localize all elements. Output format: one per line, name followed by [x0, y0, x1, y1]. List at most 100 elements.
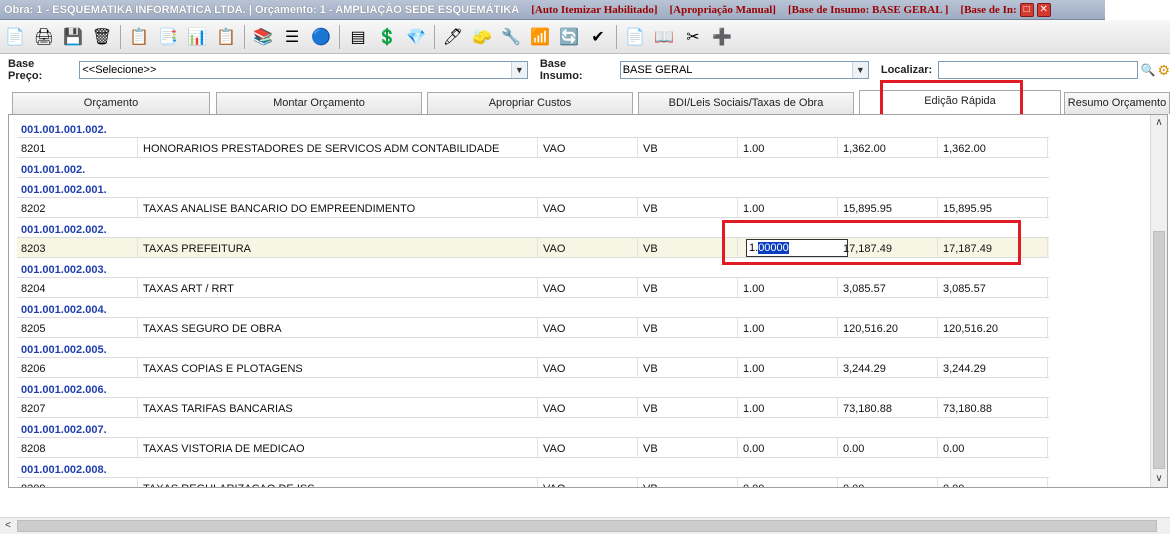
chevron-down-icon[interactable]: ▼ — [510, 62, 527, 78]
cell-quantity[interactable]: 1.00 — [743, 403, 764, 415]
document-icon[interactable]: 📄 — [622, 24, 648, 50]
add-icon[interactable]: ➕ — [709, 24, 735, 50]
group-row[interactable]: 001.001.002.002. — [17, 218, 1049, 238]
group-row[interactable]: 001.001.002.001. — [17, 178, 1049, 198]
tools-icon[interactable]: 🔧 — [498, 24, 524, 50]
column-divider — [137, 358, 138, 377]
sort-list-icon[interactable]: ☰ — [279, 24, 305, 50]
horizontal-scroll-thumb[interactable] — [17, 520, 1157, 532]
column-divider — [737, 358, 738, 377]
tab-strip: Orçamento Montar Orçamento Apropriar Cus… — [0, 90, 1170, 115]
cut-icon[interactable]: ✂ — [680, 24, 706, 50]
cell-quantity[interactable]: 1.00 — [743, 203, 764, 215]
auto-icon[interactable]: 🔵 — [308, 24, 334, 50]
base-insumo-select[interactable]: BASE GERAL ▼ — [619, 61, 869, 79]
save-icon[interactable]: 💾 — [60, 24, 86, 50]
trash-icon[interactable]: 🗑 — [89, 24, 115, 50]
column-divider — [1047, 198, 1048, 217]
table-row[interactable]: 8207 TAXAS TARIFAS BANCARIAS VAO VB 1.00 73,1… — [17, 398, 1049, 418]
horizontal-scrollbar[interactable]: < — [0, 517, 1170, 534]
column-divider — [1047, 398, 1048, 417]
group-code: 001.001.002.007. — [21, 424, 107, 436]
scroll-left-icon[interactable]: < — [0, 518, 16, 534]
group-row[interactable]: 001.001.002.006. — [17, 378, 1049, 398]
tab-bdi-leis-sociais[interactable]: BDI/Leis Sociais/Taxas de Obra — [638, 92, 854, 114]
column-divider — [137, 478, 138, 487]
table-row[interactable]: 8209 TAXAS REGULARIZACAO DE ISS VAO VB 0.00 0… — [17, 478, 1049, 487]
cell-unit: VB — [643, 283, 658, 295]
new-document-icon[interactable]: 📄 — [2, 24, 28, 50]
group-row[interactable]: 001.001.002.003. — [17, 258, 1049, 278]
calculator-icon[interactable]: ▤ — [345, 24, 371, 50]
table-row[interactable]: 8208 TAXAS VISTORIA DE MEDICAO VAO VB 0.00 0.… — [17, 438, 1049, 458]
table-row[interactable]: 8203 TAXAS PREFEITURA VAO VB 1.00000 17,187.4… — [17, 238, 1049, 258]
vertical-scroll-thumb[interactable] — [1153, 231, 1165, 469]
books-icon[interactable]: 📚 — [250, 24, 276, 50]
column-divider — [637, 318, 638, 337]
column-divider — [837, 198, 838, 217]
list-icon[interactable]: 📋 — [126, 24, 152, 50]
group-row[interactable]: 001.001.002.005. — [17, 338, 1049, 358]
table-row[interactable]: 8204 TAXAS ART / RRT VAO VB 1.00 3,085.57 3,08… — [17, 278, 1049, 298]
tab-orcamento[interactable]: Orçamento — [12, 92, 210, 114]
cell-type: VAO — [543, 403, 566, 415]
column-divider — [637, 478, 638, 487]
toolbar-separator — [244, 24, 245, 49]
chart-grid-icon[interactable]: 📊 — [184, 24, 210, 50]
restore-button[interactable]: □ — [1019, 2, 1034, 17]
check-icon[interactable]: ✔ — [585, 24, 611, 50]
group-row[interactable]: 001.001.002.008. — [17, 458, 1049, 478]
clipboard-icon[interactable]: 📋 — [213, 24, 239, 50]
column-divider — [1047, 238, 1048, 257]
group-row[interactable]: 001.001.002.007. — [17, 418, 1049, 438]
pen-icon[interactable]: 🖊 — [440, 24, 466, 50]
money-icon[interactable]: 💲 — [374, 24, 400, 50]
group-row[interactable]: 001.001.002.004. — [17, 298, 1049, 318]
budget-grid: 001.001.001.002. 8201 HONORARIOS PRESTADOR… — [8, 114, 1168, 488]
table-row[interactable]: 8202 TAXAS ANALISE BANCARIO DO EMPREENDIM… — [17, 198, 1049, 218]
search-icon[interactable]: 🔍 — [1141, 63, 1156, 77]
close-button[interactable]: ✕ — [1036, 2, 1051, 17]
column-divider — [837, 398, 838, 417]
cell-id: 8202 — [21, 203, 46, 215]
cell-quantity[interactable]: 0.00 — [743, 443, 764, 455]
tab-edicao-rapida[interactable]: Edição Rápida — [859, 90, 1061, 115]
column-divider — [937, 478, 938, 487]
report-icon[interactable]: 📑 — [155, 24, 181, 50]
column-divider — [637, 398, 638, 417]
group-row[interactable]: 001.001.002. — [17, 158, 1049, 178]
cell-description: TAXAS TARIFAS BANCARIAS — [143, 403, 293, 415]
table-row[interactable]: 8206 TAXAS COPIAS E PLOTAGENS VAO VB 1.00 3,2… — [17, 358, 1049, 378]
cell-unit-price: 73,180.88 — [843, 403, 892, 415]
scroll-down-icon[interactable]: ∨ — [1151, 471, 1167, 487]
cell-quantity[interactable]: 1.00 — [743, 323, 764, 335]
cell-quantity[interactable]: 0.00 — [743, 483, 764, 487]
print-icon[interactable]: 🖨 — [31, 24, 57, 50]
localizar-input[interactable] — [938, 61, 1138, 79]
diamond-icon[interactable]: 💎 — [403, 24, 429, 50]
tab-resumo-orcamento[interactable]: Resumo Orçamento — [1064, 92, 1170, 114]
tab-montar-orcamento[interactable]: Montar Orçamento — [216, 92, 422, 114]
bar-chart-icon[interactable]: 📶 — [527, 24, 553, 50]
vertical-scrollbar[interactable]: ∧ ∨ — [1150, 115, 1167, 487]
eraser-icon[interactable]: 🧽 — [469, 24, 495, 50]
base-preco-select[interactable]: <<Selecione>> ▼ — [79, 61, 528, 79]
column-divider — [737, 238, 738, 257]
gear-icon[interactable]: ⚙ — [1157, 62, 1170, 79]
table-row[interactable]: 8205 TAXAS SEGURO DE OBRA VAO VB 1.00 120,516… — [17, 318, 1049, 338]
cell-quantity[interactable]: 1.00 — [743, 363, 764, 375]
cell-id: 8207 — [21, 403, 46, 415]
table-row[interactable]: 8201 HONORARIOS PRESTADORES DE SERVICOS A… — [17, 138, 1049, 158]
quantity-edit-input[interactable]: 1.00000 — [746, 239, 848, 257]
scroll-up-icon[interactable]: ∧ — [1151, 115, 1167, 131]
cell-id: 8201 — [21, 143, 46, 155]
tab-apropriar-custos[interactable]: Apropriar Custos — [427, 92, 633, 114]
book-icon[interactable]: 📖 — [651, 24, 677, 50]
sync-icon[interactable]: 🔄 — [556, 24, 582, 50]
column-divider — [537, 138, 538, 157]
group-row[interactable]: 001.001.001.002. — [17, 118, 1049, 138]
cell-quantity[interactable]: 1.00 — [743, 283, 764, 295]
chevron-down-icon[interactable]: ▼ — [851, 62, 868, 78]
cell-quantity[interactable]: 1.00 — [743, 143, 764, 155]
cell-unit-price: 3,085.57 — [843, 283, 886, 295]
